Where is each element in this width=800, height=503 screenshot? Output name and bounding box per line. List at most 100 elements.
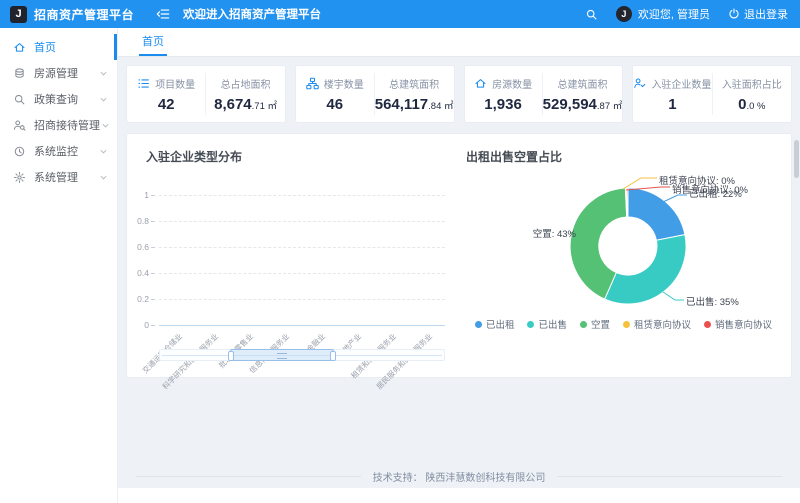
reception-icon [13, 119, 26, 132]
sidebar-item-招商接待管理[interactable]: 招商接待管理 [0, 112, 117, 138]
bar-chart-title: 入驻企业类型分布 [146, 148, 242, 165]
stat-secondary: 入驻面积占比 0.0 % [713, 73, 791, 115]
bar-chart-gridline [159, 273, 445, 274]
search-icon [13, 93, 26, 106]
pie-chart-title: 出租出售空置占比 [466, 148, 562, 165]
sidebar-item-label: 政策查询 [34, 91, 98, 107]
house-icon [474, 77, 487, 90]
datazoom-handle[interactable] [230, 349, 334, 361]
bar-chart-gridline [159, 299, 445, 300]
sidebar-item-label: 首页 [34, 39, 106, 55]
x-axis-category-label: 信息传输服务业 [220, 331, 291, 402]
header-right: J 欢迎您, 管理员 退出登录 [585, 6, 788, 22]
user-welcome-text: 欢迎您, 管理员 [638, 6, 710, 22]
sidebar-collapse-button[interactable] [156, 7, 170, 21]
sidebar-item-label: 招商接待管理 [34, 117, 100, 133]
y-axis-tick-label: 0.6 [127, 242, 155, 252]
pie-slice-已出售[interactable] [605, 235, 686, 304]
legend-label: 已出售 [538, 317, 567, 331]
x-axis-category-label: 居民服务和其他服务业 [363, 331, 434, 402]
welcome-banner: 欢迎进入招商资产管理平台 [183, 6, 321, 22]
legend-dot-icon [623, 321, 630, 328]
stat-secondary: 总建筑面积 529,594.87 ㎡ [543, 73, 623, 115]
legend-item-销售意向协议[interactable]: 销售意向协议 [704, 317, 772, 331]
legend-label: 空置 [591, 317, 610, 331]
datazoom-track[interactable] [159, 349, 445, 361]
y-axis-tick-label: 0.8 [127, 216, 155, 226]
stat-primary-label: 房源数量 [492, 76, 532, 91]
chevron-down-icon [100, 120, 111, 131]
chevron-down-icon [98, 68, 109, 79]
stat-primary-value: 42 [158, 96, 175, 113]
sidebar-item-房源管理[interactable]: 房源管理 [0, 60, 117, 86]
monitor-icon [13, 145, 26, 158]
app-window: J 招商资产管理平台 欢迎进入招商资产管理平台 J 欢迎您, 管理员 [0, 0, 800, 503]
search-icon[interactable] [585, 8, 598, 21]
legend-dot-icon [527, 321, 534, 328]
chevron-down-icon [98, 94, 109, 105]
bar-chart: 入驻企业类型分布 10.80.60.40.20交通运输仓储业科学研究和技术服务业… [127, 134, 456, 377]
sidebar-item-首页[interactable]: 首页 [0, 34, 117, 60]
legend-label: 租赁意向协议 [634, 317, 691, 331]
legend-item-空置[interactable]: 空置 [580, 317, 610, 331]
y-axis-tick-label: 0 [127, 320, 155, 330]
stats-row: 项目数量 42 总占地面积 8,674.71 ㎡ 楼宇数量 46 总建筑面积 5… [126, 65, 792, 123]
legend-item-租赁意向协议[interactable]: 租赁意向协议 [623, 317, 691, 331]
coins-icon [13, 67, 26, 80]
sidebar-menu: 首页房源管理政策查询招商接待管理系统监控系统管理 [0, 28, 118, 503]
logout-button[interactable]: 退出登录 [728, 6, 788, 22]
legend-item-已出租[interactable]: 已出租 [475, 317, 515, 331]
legend-item-已出售[interactable]: 已出售 [527, 317, 567, 331]
sidebar-item-label: 系统管理 [34, 169, 98, 185]
chevron-down-icon [98, 172, 109, 183]
stat-primary: 楼宇数量 46 [296, 73, 375, 115]
bar-chart-gridline [159, 221, 445, 222]
stat-primary: 房源数量 1,936 [465, 73, 543, 115]
menu-fold-icon [156, 7, 170, 21]
legend-label: 销售意向协议 [715, 317, 772, 331]
home-icon [13, 41, 26, 54]
sidebar-item-政策查询[interactable]: 政策查询 [0, 86, 117, 112]
stat-card: 楼宇数量 46 总建筑面积 564,117.84 ㎡ [295, 65, 455, 123]
user-check-icon [633, 77, 646, 90]
pie-slice-label: 已出售: 35% [686, 294, 739, 308]
sidebar-item-系统管理[interactable]: 系统管理 [0, 164, 117, 190]
sidebar-item-label: 系统监控 [34, 143, 98, 159]
stat-secondary-label: 总建筑面积 [389, 76, 439, 91]
pie-legend: 已出租 已出售 空置 租赁意向协议 销售意向协议 [456, 317, 791, 331]
footer-strip [118, 488, 800, 503]
app-title: 招商资产管理平台 [34, 6, 134, 23]
stat-secondary-value: 0.0 % [738, 96, 765, 113]
x-axis-category-label: 交通运输仓储业 [113, 331, 184, 402]
legend-dot-icon [475, 321, 482, 328]
sidebar-item-label: 房源管理 [34, 65, 98, 81]
x-axis-category-label: 科学研究和技术服务业 [149, 331, 220, 402]
scrollbar-thumb[interactable] [794, 140, 799, 178]
logout-label: 退出登录 [744, 6, 788, 22]
stat-secondary-label: 总占地面积 [221, 76, 271, 91]
pie-label-line [663, 292, 684, 300]
stat-card: 入驻企业数量 1 入驻面积占比 0.0 % [632, 65, 792, 123]
list-icon [137, 77, 150, 90]
legend-dot-icon [580, 321, 587, 328]
sidebar-item-系统监控[interactable]: 系统监控 [0, 138, 117, 164]
pie-slice-label: 空置: 43% [494, 226, 576, 240]
chevron-down-icon [98, 146, 109, 157]
stat-secondary: 总占地面积 8,674.71 ㎡ [206, 73, 284, 115]
y-axis-tick-label: 1 [127, 190, 155, 200]
stat-secondary-label: 总建筑面积 [557, 76, 607, 91]
footer-support-text: 技术支持： 陕西沣慧数创科技有限公司 [136, 469, 782, 484]
stat-card: 项目数量 42 总占地面积 8,674.71 ㎡ [126, 65, 286, 123]
stat-primary: 项目数量 42 [127, 73, 206, 115]
stat-primary-value: 46 [326, 96, 343, 113]
pie-slice-销售意向协议[interactable] [627, 188, 628, 217]
sitemap-icon [306, 77, 319, 90]
stat-card: 房源数量 1,936 总建筑面积 529,594.87 ㎡ [464, 65, 624, 123]
stat-primary-label: 入驻企业数量 [651, 76, 711, 91]
x-axis-category-label: 金融业 [256, 331, 327, 402]
stat-primary-label: 项目数量 [155, 76, 195, 91]
avatar[interactable]: J [616, 6, 632, 22]
legend-label: 已出租 [486, 317, 515, 331]
x-axis-category-label: 批发和零售业 [185, 331, 256, 402]
tab-home[interactable]: 首页 [139, 28, 167, 56]
